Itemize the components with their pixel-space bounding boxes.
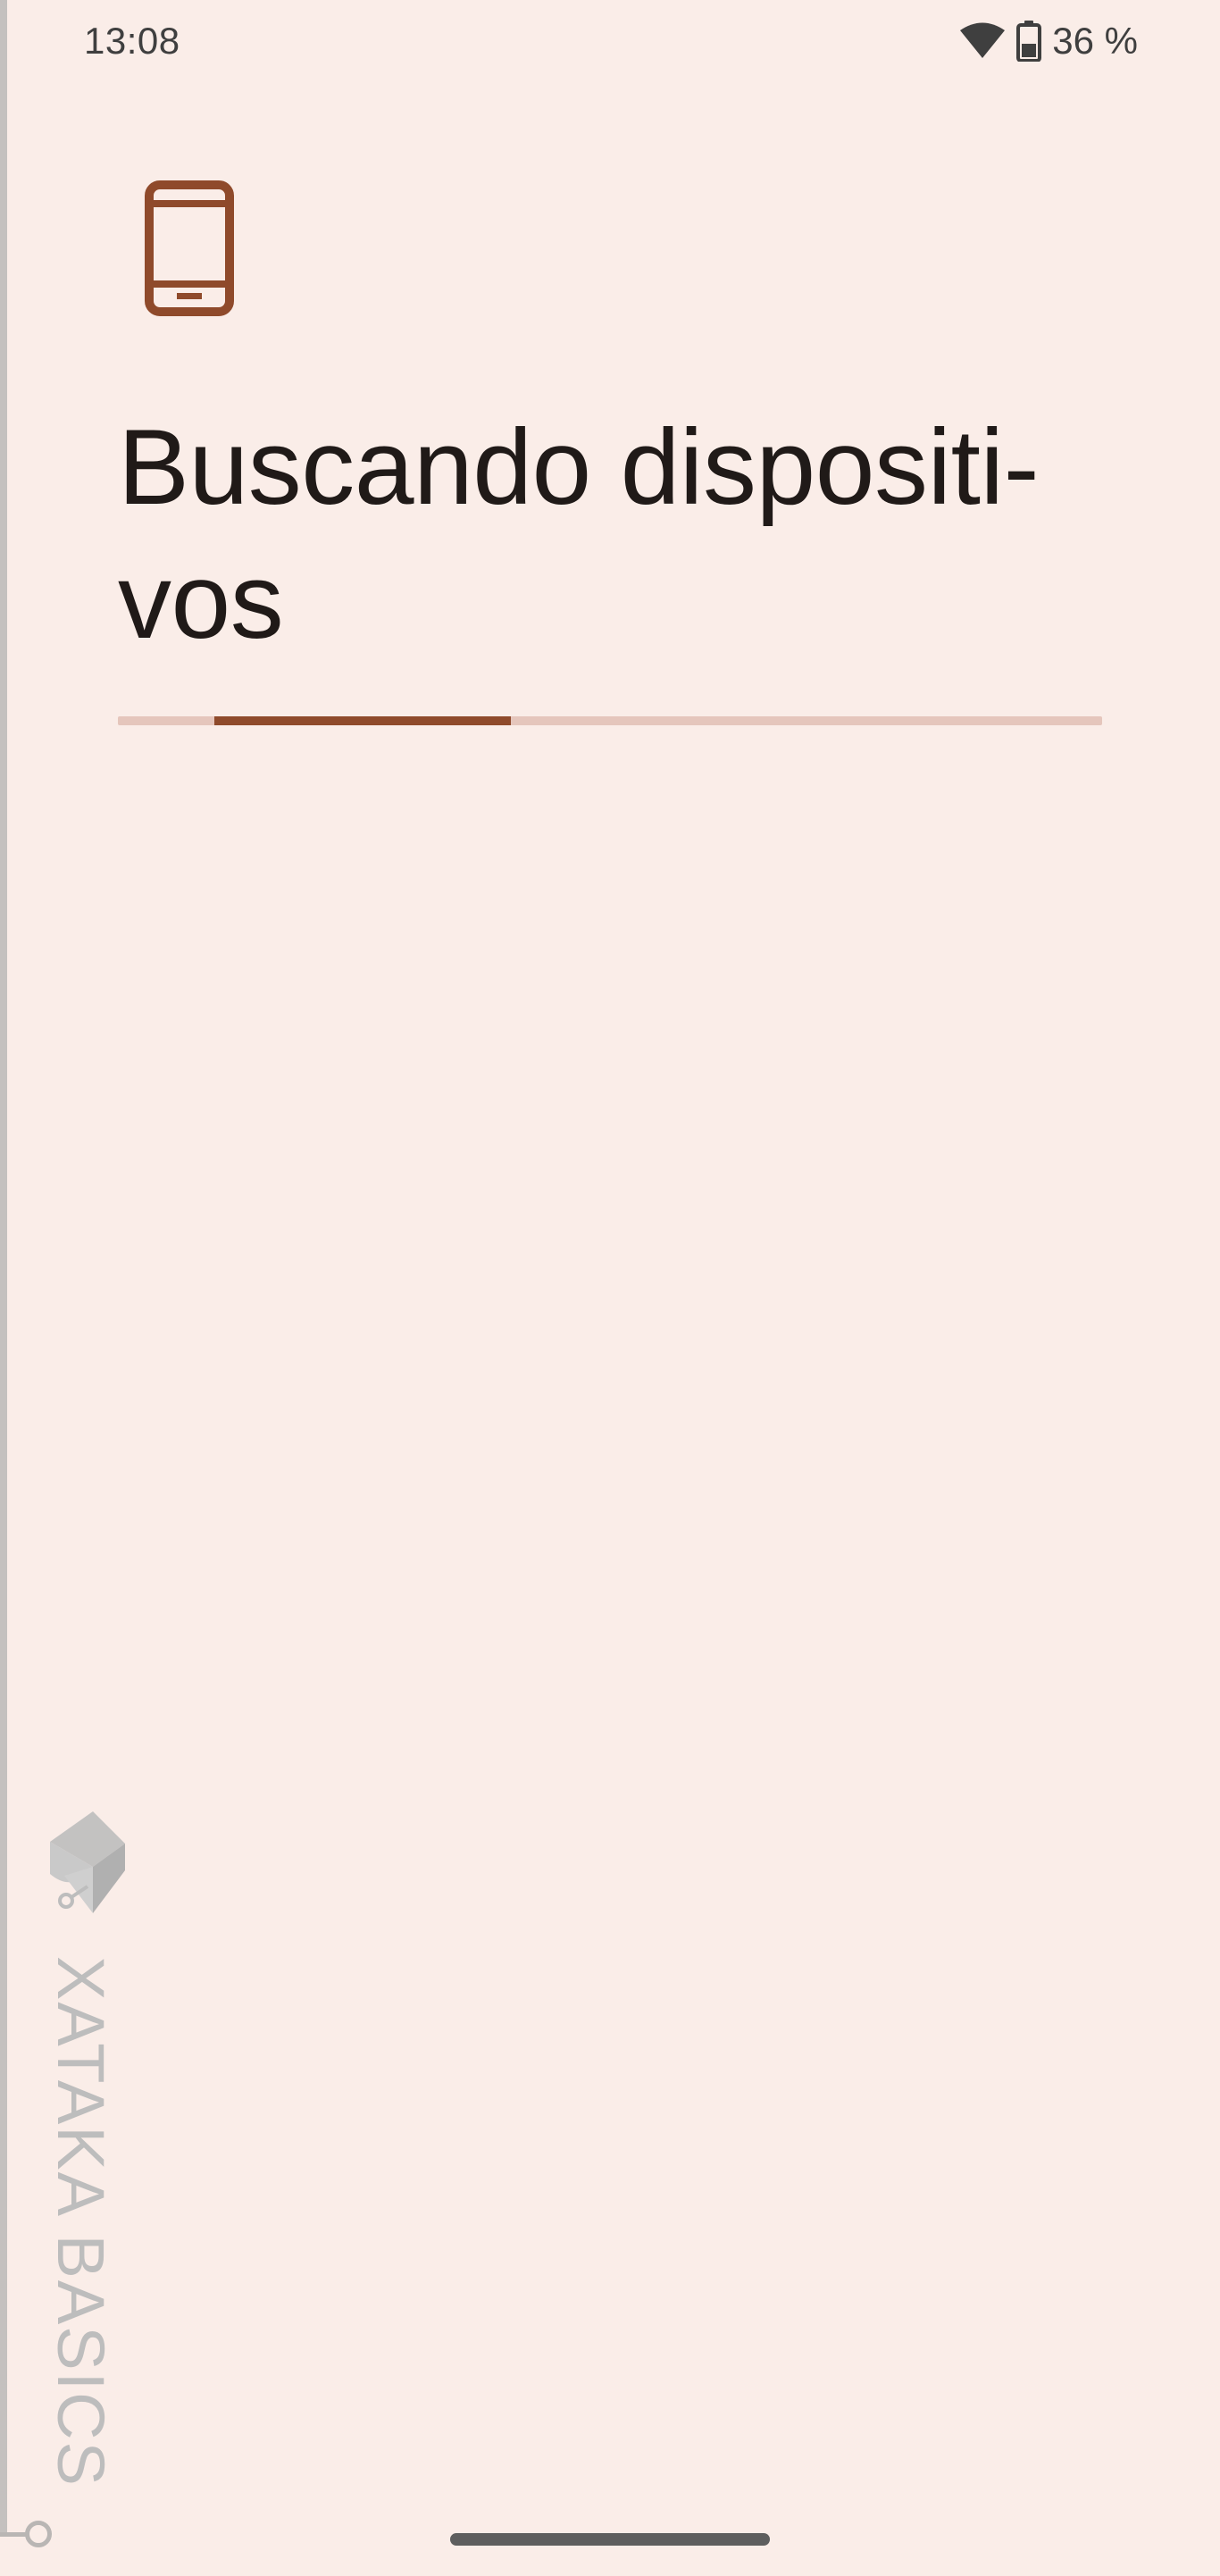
- status-icons: 36 %: [959, 18, 1138, 64]
- battery-icon: [1016, 21, 1042, 62]
- status-time: 13:08: [84, 20, 180, 62]
- phone-icon: [145, 180, 234, 316]
- left-edge-bar: [0, 0, 7, 2537]
- progress-indicator: [214, 716, 511, 725]
- wifi-icon: [959, 22, 1006, 60]
- gesture-nav-handle[interactable]: [450, 2533, 770, 2546]
- progress-bar: [118, 716, 1102, 725]
- status-bar: 13:08 36 %: [0, 0, 1220, 86]
- xataka-basics-logo: [46, 1808, 129, 1915]
- page-title: Buscando dispositi- vos: [118, 407, 1040, 661]
- left-edge-dot: [25, 2521, 52, 2547]
- watermark-text: XATAKA BASICS: [44, 1956, 118, 2488]
- left-edge-connector: [0, 2532, 27, 2537]
- battery-percentage: 36 %: [1052, 20, 1138, 62]
- screen: 13:08 36 % Buscando dispositi- vos XATAK…: [0, 0, 1220, 2576]
